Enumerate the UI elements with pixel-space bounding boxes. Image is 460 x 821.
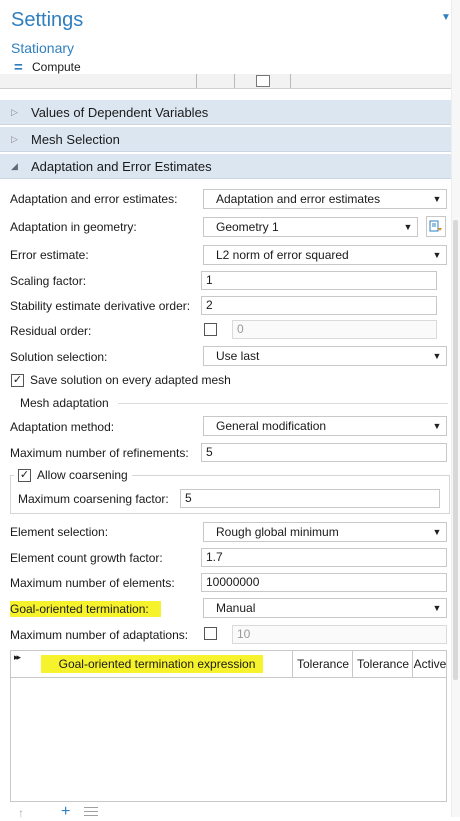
dropdown-arrow-icon: ▼ <box>432 527 442 537</box>
compute-label: Compute <box>32 60 81 74</box>
save-solution-checkbox[interactable]: ✓ <box>11 374 24 387</box>
select-value: Rough global minimum <box>216 525 339 539</box>
scaling-factor-input[interactable]: 1 <box>201 271 437 290</box>
goal-termination-table[interactable]: ▸▸ Goal-oriented termination expression … <box>10 650 447 802</box>
column-header-label: Goal-oriented termination expression <box>40 655 264 673</box>
goal-termination-select[interactable]: Manual ▼ <box>203 598 447 618</box>
save-solution-label: Save solution on every adapted mesh <box>30 373 231 387</box>
list-icon[interactable] <box>84 806 98 816</box>
residual-order-input[interactable]: 0 <box>232 320 437 339</box>
mesh-adaptation-group-title: Mesh adaptation <box>20 396 109 410</box>
dropdown-arrow-icon: ▼ <box>432 603 442 613</box>
allow-coarsening-checkbox[interactable]: ✓ <box>18 469 31 482</box>
adaptation-estimates-label: Adaptation and error estimates: <box>10 192 178 206</box>
element-selection-label: Element selection: <box>10 525 109 539</box>
dropdown-arrow-icon: ▼ <box>432 250 442 260</box>
select-value: Manual <box>216 601 256 615</box>
adaptation-geometry-select[interactable]: Geometry 1 ▼ <box>203 217 418 237</box>
scrollbar-thumb[interactable] <box>453 220 458 680</box>
panel-menu-icon[interactable]: ▼ <box>441 12 451 23</box>
scaling-factor-label: Scaling factor: <box>10 274 87 288</box>
max-adaptations-label: Maximum number of adaptations: <box>10 628 189 642</box>
max-adaptations-checkbox[interactable] <box>204 627 217 640</box>
dropdown-arrow-icon: ▼ <box>403 222 413 232</box>
stability-order-input[interactable]: 2 <box>201 296 437 315</box>
residual-order-checkbox[interactable] <box>204 323 217 336</box>
clipped-table-row <box>0 74 451 89</box>
move-up-icon[interactable]: ↑ <box>18 806 24 820</box>
residual-order-label: Residual order: <box>10 324 92 338</box>
study-step-name: Stationary <box>11 40 75 56</box>
growth-factor-label: Element count growth factor: <box>10 551 163 565</box>
select-value: Use last <box>216 349 260 363</box>
section-mesh-selection[interactable]: ▷ Mesh Selection <box>0 127 451 152</box>
element-selection-select[interactable]: Rough global minimum ▼ <box>203 522 447 542</box>
adaptation-method-select[interactable]: General modification ▼ <box>203 416 447 436</box>
chevron-down-icon: ◢ <box>11 160 18 171</box>
select-value: Adaptation and error estimates <box>216 192 381 206</box>
dropdown-arrow-icon: ▼ <box>432 351 442 361</box>
compute-icon: = <box>14 58 23 76</box>
stability-order-label: Stability estimate derivative order: <box>10 299 191 313</box>
column-header[interactable]: Tolerance <box>352 651 413 677</box>
solution-selection-select[interactable]: Use last ▼ <box>203 346 447 366</box>
max-adaptations-input[interactable]: 10 <box>232 625 447 644</box>
add-icon[interactable]: + <box>61 803 70 821</box>
max-elements-label: Maximum number of elements: <box>10 576 175 590</box>
error-estimate-select[interactable]: L2 norm of error squared ▼ <box>203 245 447 265</box>
section-label: Mesh Selection <box>31 131 120 147</box>
max-refinements-input[interactable]: 5 <box>201 443 447 462</box>
section-values-dependent-variables[interactable]: ▷ Values of Dependent Variables <box>0 100 451 125</box>
column-header[interactable]: Tolerance <box>292 651 353 677</box>
column-header[interactable]: Goal-oriented termination expression <box>11 651 293 677</box>
adaptation-estimates-select[interactable]: Adaptation and error estimates ▼ <box>203 189 447 209</box>
table-header: ▸▸ Goal-oriented termination expression … <box>11 651 446 678</box>
go-to-source-icon[interactable] <box>426 216 446 237</box>
goal-termination-label: Goal-oriented termination: <box>10 601 161 617</box>
page-title: Settings <box>11 9 84 31</box>
section-label: Adaptation and Error Estimates <box>31 158 212 174</box>
select-value: L2 norm of error squared <box>216 248 349 262</box>
max-elements-input[interactable]: 10000000 <box>201 573 447 592</box>
chevron-right-icon: ▷ <box>11 133 18 144</box>
solution-selection-label: Solution selection: <box>10 350 108 364</box>
select-value: General modification <box>216 419 327 433</box>
chevron-right-icon: ▷ <box>11 106 18 117</box>
max-coarsening-input[interactable]: 5 <box>180 489 440 508</box>
adaptation-method-label: Adaptation method: <box>10 420 115 434</box>
adaptation-geometry-label: Adaptation in geometry: <box>10 220 137 234</box>
allow-coarsening-label: Allow coarsening <box>37 468 128 482</box>
growth-factor-input[interactable]: 1.7 <box>201 548 447 567</box>
dropdown-arrow-icon: ▼ <box>432 194 442 204</box>
max-refinements-label: Maximum number of refinements: <box>10 446 189 460</box>
max-coarsening-label: Maximum coarsening factor: <box>18 492 169 506</box>
select-value: Geometry 1 <box>216 220 279 234</box>
column-header[interactable]: Active <box>412 651 447 677</box>
group-divider <box>118 403 448 404</box>
section-adaptation-error-estimates[interactable]: ◢ Adaptation and Error Estimates <box>0 154 451 179</box>
compute-button[interactable]: = Compute <box>14 58 81 76</box>
section-label: Values of Dependent Variables <box>31 104 209 120</box>
dropdown-arrow-icon: ▼ <box>432 421 442 431</box>
error-estimate-label: Error estimate: <box>10 248 89 262</box>
